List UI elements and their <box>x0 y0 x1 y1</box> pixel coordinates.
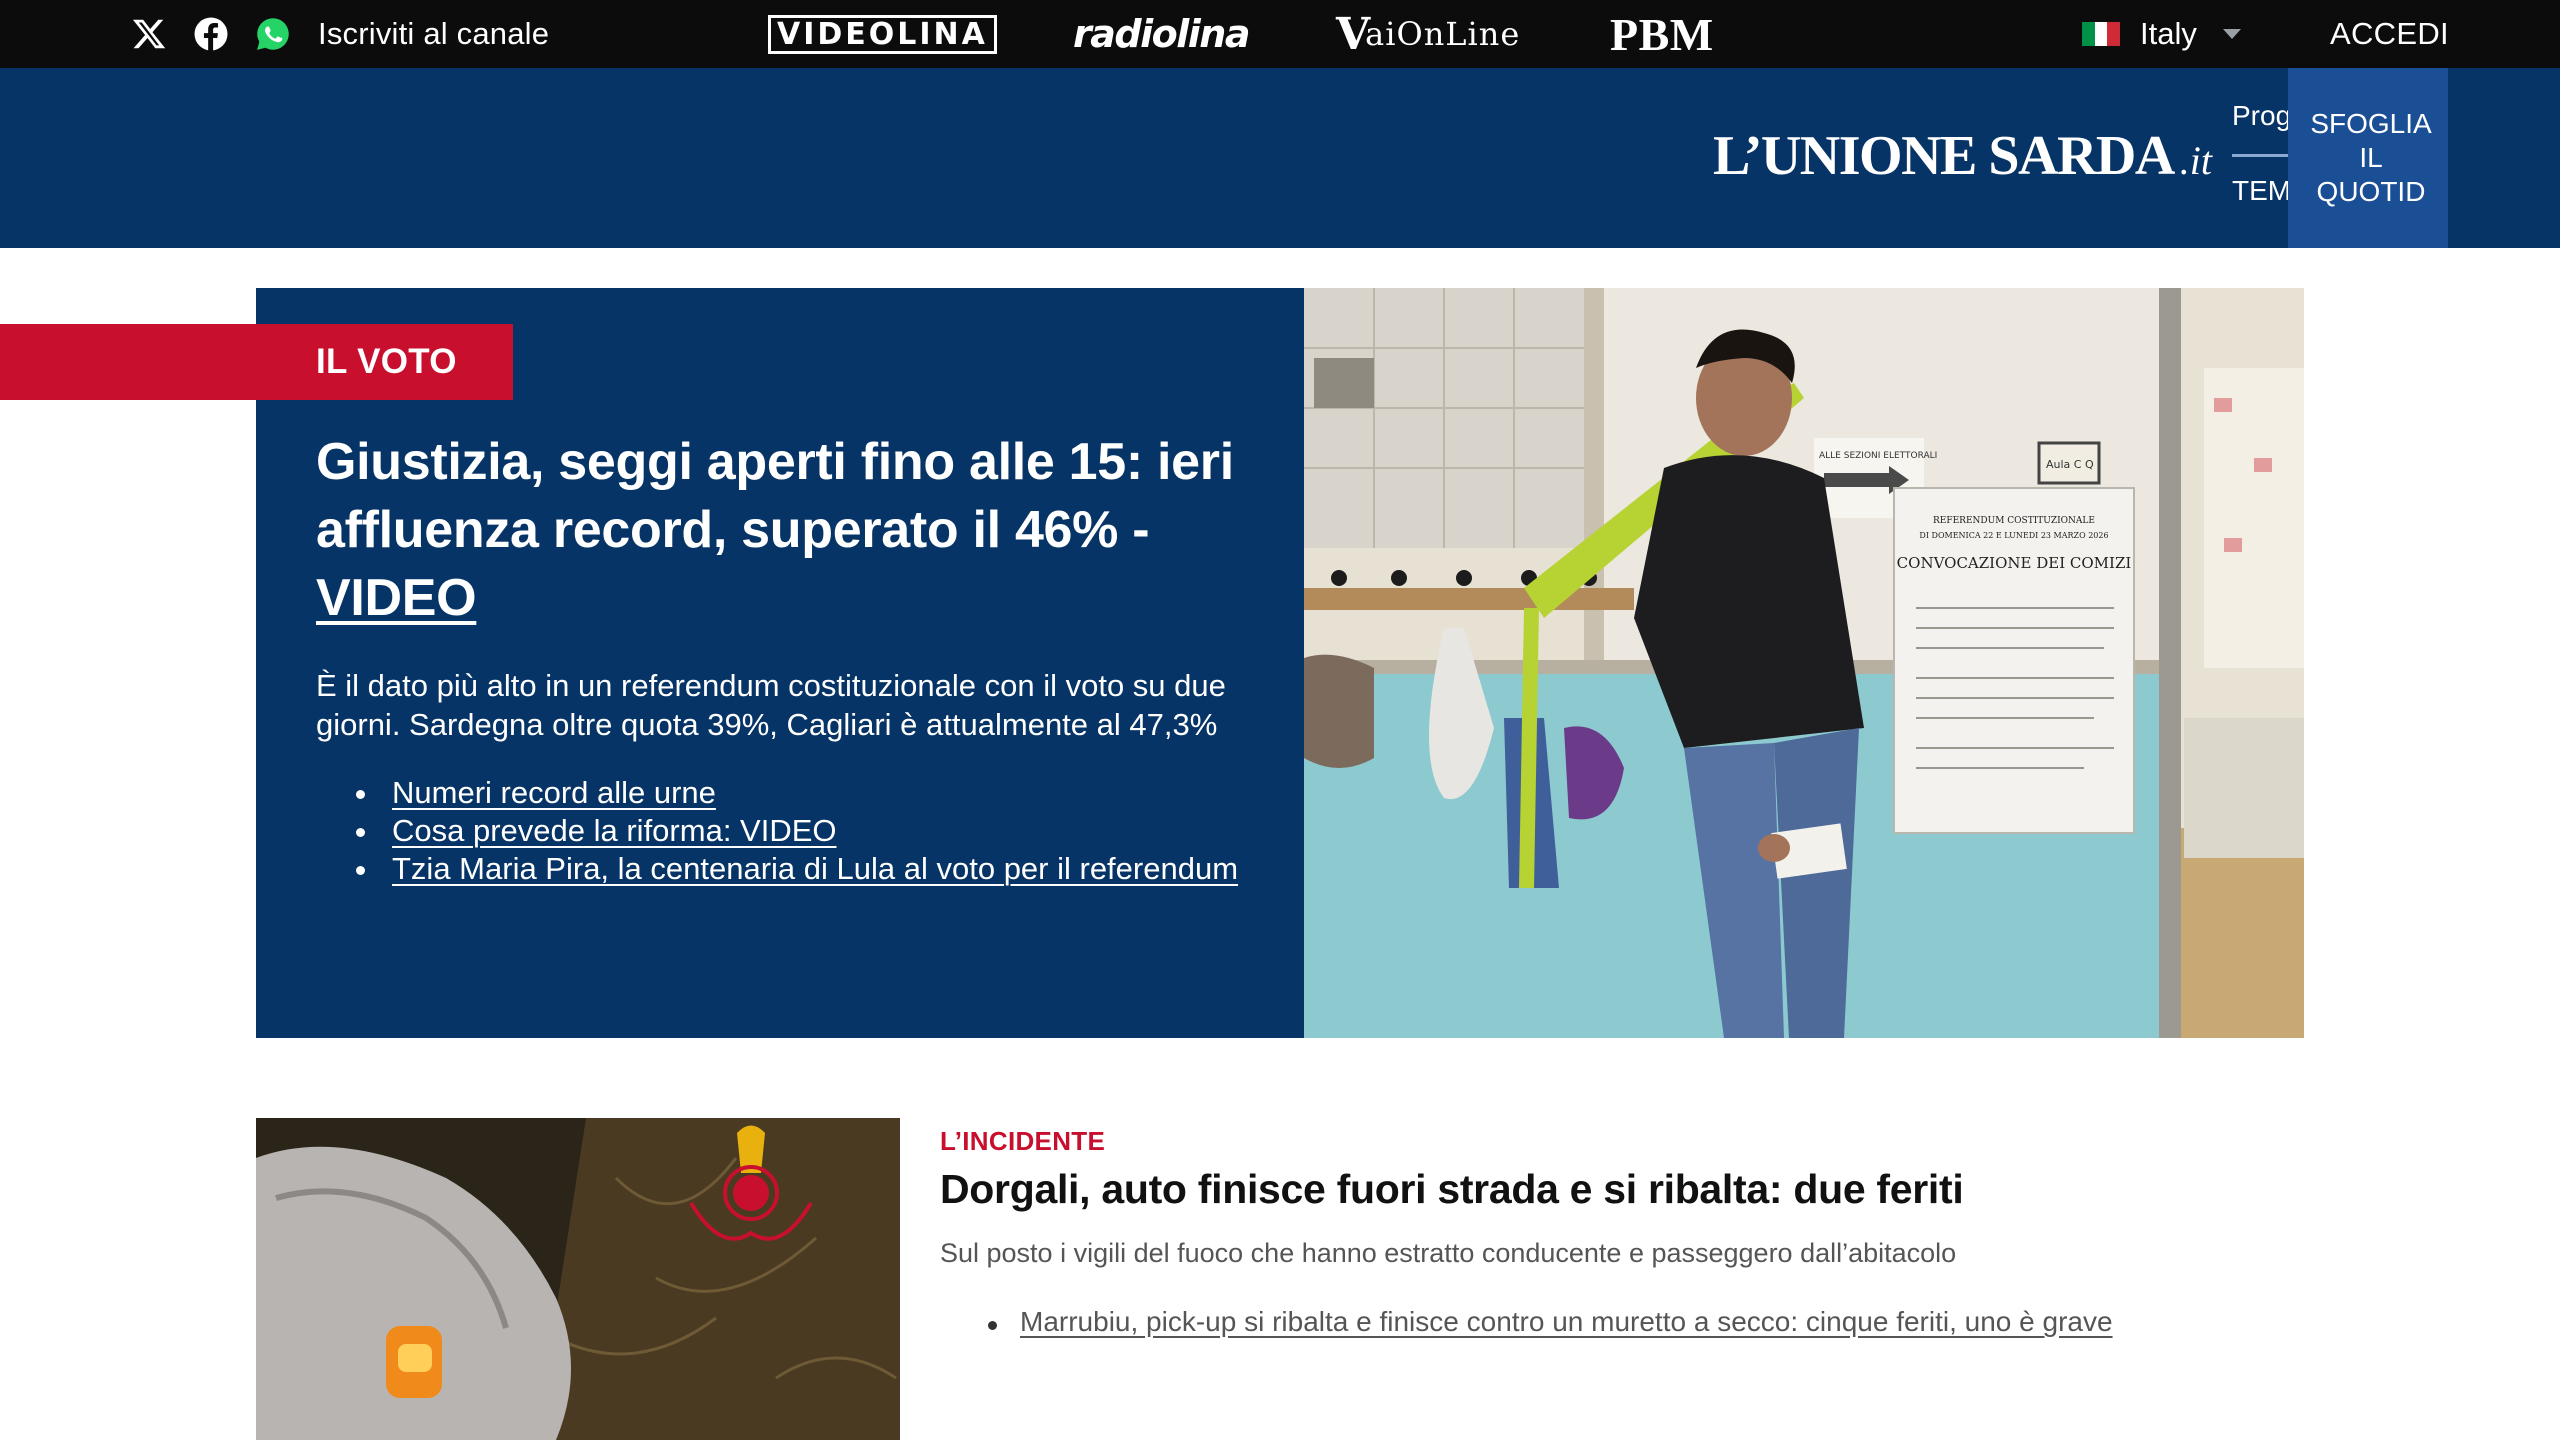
vaionline-logo[interactable]: VaiOnLine <box>1336 0 1520 68</box>
browse-newspaper-button[interactable]: SFOGLIA IL QUOTID <box>2288 68 2448 248</box>
italy-flag-icon <box>2082 22 2121 46</box>
chevron-down-icon <box>2222 29 2241 39</box>
related-link[interactable]: Numeri record alle urne <box>392 775 716 810</box>
site-logo[interactable]: L’UNIONE SARDA .it <box>1713 124 2212 188</box>
list-item: Cosa prevede la riforma: VIDEO <box>356 812 1238 850</box>
hero-summary: È il dato più alto in un referendum cost… <box>316 668 1226 742</box>
pbm-logo[interactable]: PBM <box>1610 0 1714 68</box>
poster-heading: CONVOCAZIONE DEI COMIZI <box>1897 554 2132 572</box>
poster-title: REFERENDUM COSTITUZIONALE <box>1933 516 2095 526</box>
related-link[interactable]: Marrubiu, pick-up si ribalta e finisce c… <box>1020 1306 2113 1337</box>
region-selector[interactable]: Italy <box>2082 0 2241 68</box>
related-link[interactable]: Cosa prevede la riforma: VIDEO <box>392 813 837 848</box>
header-nav: Prog TEM <box>2232 100 2288 220</box>
hero-related-list: Numeri record alle urne Cosa prevede la … <box>356 774 1238 888</box>
x-icon[interactable] <box>130 15 168 53</box>
hero-video-link[interactable]: VIDEO <box>316 569 477 627</box>
list-item: Marrubiu, pick-up si ribalta e finisce c… <box>980 1306 2113 1338</box>
nav-divider <box>2232 154 2288 157</box>
story2-summary: Sul posto i vigili del fuoco che hanno e… <box>940 1238 1957 1268</box>
story2-related-list: Marrubiu, pick-up si ribalta e finisce c… <box>980 1306 2113 1338</box>
list-item: Tzia Maria Pira, la centenaria di Lula a… <box>356 850 1238 888</box>
nav-item-temi[interactable]: TEM <box>2232 175 2288 207</box>
hero-photo[interactable]: ALLE SEZIONI ELETTORALI Aula C Q REFEREN… <box>1304 288 2304 1038</box>
room-sign: Aula C Q <box>2046 458 2094 471</box>
facebook-icon[interactable] <box>192 15 230 53</box>
story2-image[interactable] <box>256 1118 900 1440</box>
story2-kicker: L’INCIDENTE <box>940 1126 1106 1156</box>
social-links: Iscriviti al canale <box>130 0 549 68</box>
videolina-logo[interactable]: VIDEOLINA <box>768 0 997 68</box>
hero-headline[interactable]: Giustizia, seggi aperti fino alle 15: ie… <box>316 428 1276 632</box>
region-label: Italy <box>2140 16 2197 51</box>
site-header: L’UNIONE SARDA .it Prog TEM SFOGLIA IL QU… <box>0 68 2560 248</box>
poster-date: DI DOMENICA 22 E LUNEDI 23 MARZO 2026 <box>1919 531 2108 540</box>
login-button[interactable]: ACCEDI <box>2330 0 2449 68</box>
hero-kicker: IL VOTO <box>316 342 457 381</box>
hero-text: IL VOTO Giustizia, seggi aperti fino all… <box>256 288 1304 1038</box>
kicker-ribbon <box>0 324 256 400</box>
list-item: Numeri record alle urne <box>356 774 1238 812</box>
related-link[interactable]: Tzia Maria Pira, la centenaria di Lula a… <box>392 851 1238 886</box>
sections-sign: ALLE SEZIONI ELETTORALI <box>1819 451 1937 461</box>
hero-story: IL VOTO Giustizia, seggi aperti fino all… <box>256 288 2304 1038</box>
whatsapp-channel-link[interactable]: Iscriviti al canale <box>318 16 549 52</box>
nav-item-programmi[interactable]: Prog <box>2232 100 2288 132</box>
radiolina-logo[interactable]: radiolina <box>1073 0 1250 68</box>
whatsapp-icon[interactable] <box>254 15 292 53</box>
top-bar: Iscriviti al canale VIDEOLINA radiolina … <box>0 0 2560 68</box>
story2-title[interactable]: Dorgali, auto finisce fuori strada e si … <box>940 1166 1964 1213</box>
